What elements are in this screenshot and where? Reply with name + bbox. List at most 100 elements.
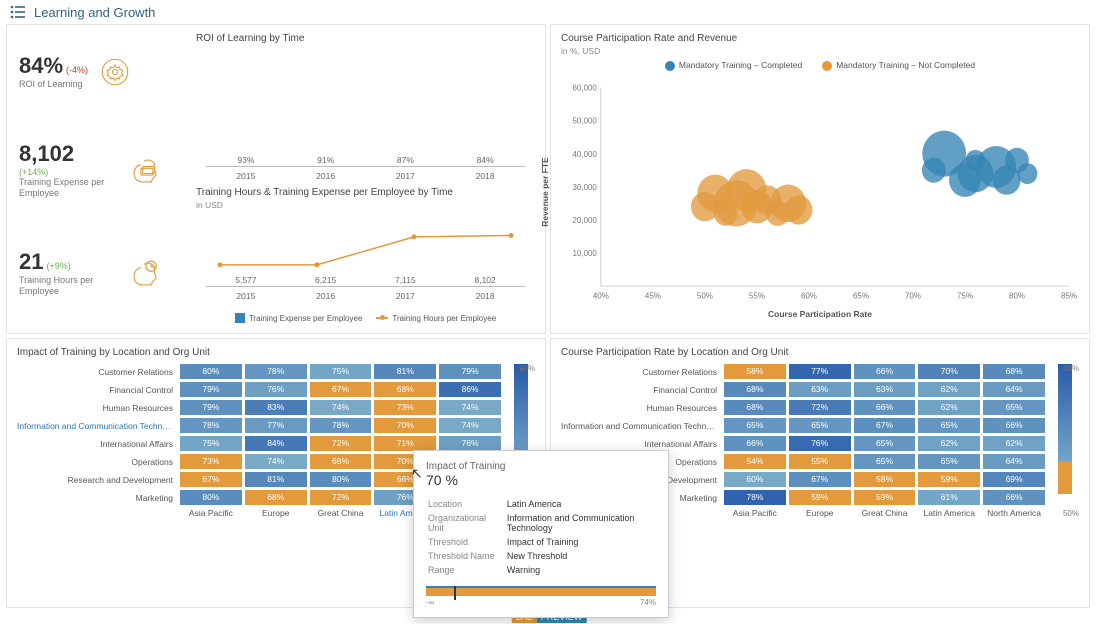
hm-cell[interactable]: 54% bbox=[724, 454, 786, 469]
hm-cell[interactable]: 78% bbox=[180, 418, 242, 433]
hm-col-label[interactable]: Great China bbox=[310, 508, 372, 518]
hm-cell[interactable]: 65% bbox=[854, 454, 916, 469]
hm-row-label[interactable]: Financial Control bbox=[561, 385, 721, 395]
hm-cell[interactable]: 66% bbox=[983, 490, 1045, 505]
hm-cell[interactable]: 86% bbox=[439, 382, 501, 397]
hm-cell[interactable]: 59% bbox=[789, 490, 851, 505]
hm-row-label[interactable]: International Affairs bbox=[561, 439, 721, 449]
hm-cell[interactable]: 72% bbox=[789, 400, 851, 415]
hm-cell[interactable]: 72% bbox=[310, 436, 372, 451]
hm-cell[interactable]: 65% bbox=[724, 418, 786, 433]
hm-cell[interactable]: 74% bbox=[439, 400, 501, 415]
hm-row-label[interactable]: International Affairs bbox=[17, 439, 177, 449]
hm-cell[interactable]: 66% bbox=[854, 400, 916, 415]
hm-cell[interactable]: 66% bbox=[983, 418, 1045, 433]
hm-row-label[interactable]: Marketing bbox=[17, 493, 177, 503]
hm-col-label[interactable]: Europe bbox=[245, 508, 307, 518]
hm-cell[interactable]: 61% bbox=[918, 490, 980, 505]
scatter-point-nc[interactable] bbox=[785, 195, 813, 224]
hm-cell[interactable]: 76% bbox=[245, 382, 307, 397]
hm-cell[interactable]: 58% bbox=[724, 364, 786, 379]
hm-row-label[interactable]: Customer Relations bbox=[17, 367, 177, 377]
hm-cell[interactable]: 83% bbox=[245, 400, 307, 415]
hm-cell[interactable]: 71% bbox=[374, 436, 436, 451]
hm-cell[interactable]: 74% bbox=[245, 454, 307, 469]
hm-cell[interactable]: 73% bbox=[374, 400, 436, 415]
hm-row-label[interactable]: Human Resources bbox=[17, 403, 177, 413]
hm-cell[interactable]: 65% bbox=[854, 436, 916, 451]
hm-cell[interactable]: 58% bbox=[854, 472, 916, 487]
hm-col-label[interactable]: Asia Pacific bbox=[724, 508, 786, 518]
hm-cell[interactable]: 68% bbox=[724, 382, 786, 397]
hm-cell[interactable]: 59% bbox=[918, 472, 980, 487]
hm-cell[interactable]: 73% bbox=[180, 454, 242, 469]
hm-cell[interactable]: 78% bbox=[245, 364, 307, 379]
hm-row-label[interactable]: Information and Communication Technology bbox=[561, 421, 721, 431]
hm-cell[interactable]: 68% bbox=[310, 454, 372, 469]
hm-cell[interactable]: 65% bbox=[918, 418, 980, 433]
hm-cell[interactable]: 78% bbox=[310, 418, 372, 433]
hm-cell[interactable]: 72% bbox=[310, 490, 372, 505]
hm-cell[interactable]: 79% bbox=[180, 382, 242, 397]
hm-cell[interactable]: 74% bbox=[310, 400, 372, 415]
hm-cell[interactable]: 75% bbox=[310, 364, 372, 379]
hm-cell[interactable]: 70% bbox=[374, 418, 436, 433]
hm-cell[interactable]: 77% bbox=[245, 418, 307, 433]
hm-cell[interactable]: 67% bbox=[854, 418, 916, 433]
hm-cell[interactable]: 84% bbox=[245, 436, 307, 451]
hm-row-label[interactable]: Human Resources bbox=[561, 403, 721, 413]
hm-row-label[interactable]: Information and Communication Technology bbox=[17, 421, 177, 431]
hm-cell[interactable]: 81% bbox=[374, 364, 436, 379]
hm-cell[interactable]: 75% bbox=[180, 436, 242, 451]
hm-cell[interactable]: 68% bbox=[983, 364, 1045, 379]
hm-cell[interactable]: 63% bbox=[789, 382, 851, 397]
hm-cell[interactable]: 66% bbox=[724, 436, 786, 451]
hm-cell[interactable]: 62% bbox=[918, 436, 980, 451]
hm-cell[interactable]: 77% bbox=[789, 364, 851, 379]
hm-cell[interactable]: 80% bbox=[180, 490, 242, 505]
tt-k-org: Organizational Unit bbox=[428, 512, 505, 534]
hm-cell[interactable]: 55% bbox=[789, 454, 851, 469]
hm-cell[interactable]: 60% bbox=[724, 472, 786, 487]
tt-max: 74% bbox=[640, 598, 656, 607]
hm-cell[interactable]: 67% bbox=[180, 472, 242, 487]
hm-cell[interactable]: 63% bbox=[854, 382, 916, 397]
hm-cell[interactable]: 81% bbox=[245, 472, 307, 487]
hm-col-label[interactable]: Great China bbox=[854, 508, 916, 518]
menu-icon[interactable] bbox=[10, 4, 26, 20]
hm-cell[interactable]: 74% bbox=[439, 418, 501, 433]
hm-cell[interactable]: 62% bbox=[918, 400, 980, 415]
hm-cell[interactable]: 66% bbox=[854, 364, 916, 379]
hm-row-label[interactable]: Customer Relations bbox=[561, 367, 721, 377]
hm-cell[interactable]: 67% bbox=[789, 472, 851, 487]
hm-row-label[interactable]: Financial Control bbox=[17, 385, 177, 395]
hm-cell[interactable]: 68% bbox=[245, 490, 307, 505]
hm-cell[interactable]: 76% bbox=[439, 436, 501, 451]
hm-cell[interactable]: 70% bbox=[918, 364, 980, 379]
hm-cell[interactable]: 78% bbox=[724, 490, 786, 505]
hm-cell[interactable]: 68% bbox=[724, 400, 786, 415]
hm-cell[interactable]: 65% bbox=[789, 418, 851, 433]
hm-cell[interactable]: 80% bbox=[180, 364, 242, 379]
hm-cell[interactable]: 68% bbox=[374, 382, 436, 397]
hm-col-label[interactable]: North America bbox=[983, 508, 1045, 518]
hm-cell[interactable]: 67% bbox=[310, 382, 372, 397]
scatter-point-c[interactable] bbox=[1017, 163, 1037, 184]
hm-cell[interactable]: 64% bbox=[983, 382, 1045, 397]
hm-cell[interactable]: 65% bbox=[918, 454, 980, 469]
hm-cell[interactable]: 64% bbox=[983, 454, 1045, 469]
hm-col-label[interactable]: Asia Pacific bbox=[180, 508, 242, 518]
hm-cell[interactable]: 59% bbox=[854, 490, 916, 505]
hm-cell[interactable]: 79% bbox=[180, 400, 242, 415]
hm-row-label[interactable]: Operations bbox=[17, 457, 177, 467]
hm-col-label[interactable]: Latin America bbox=[918, 508, 980, 518]
hm-col-label[interactable]: Europe bbox=[789, 508, 851, 518]
hm-row-label[interactable]: Research and Development bbox=[17, 475, 177, 485]
hm-cell[interactable]: 62% bbox=[983, 436, 1045, 451]
hm-cell[interactable]: 76% bbox=[789, 436, 851, 451]
hm-cell[interactable]: 62% bbox=[918, 382, 980, 397]
hm-cell[interactable]: 80% bbox=[310, 472, 372, 487]
hm-cell[interactable]: 65% bbox=[983, 400, 1045, 415]
hm-cell[interactable]: 69% bbox=[983, 472, 1045, 487]
hm-cell[interactable]: 79% bbox=[439, 364, 501, 379]
